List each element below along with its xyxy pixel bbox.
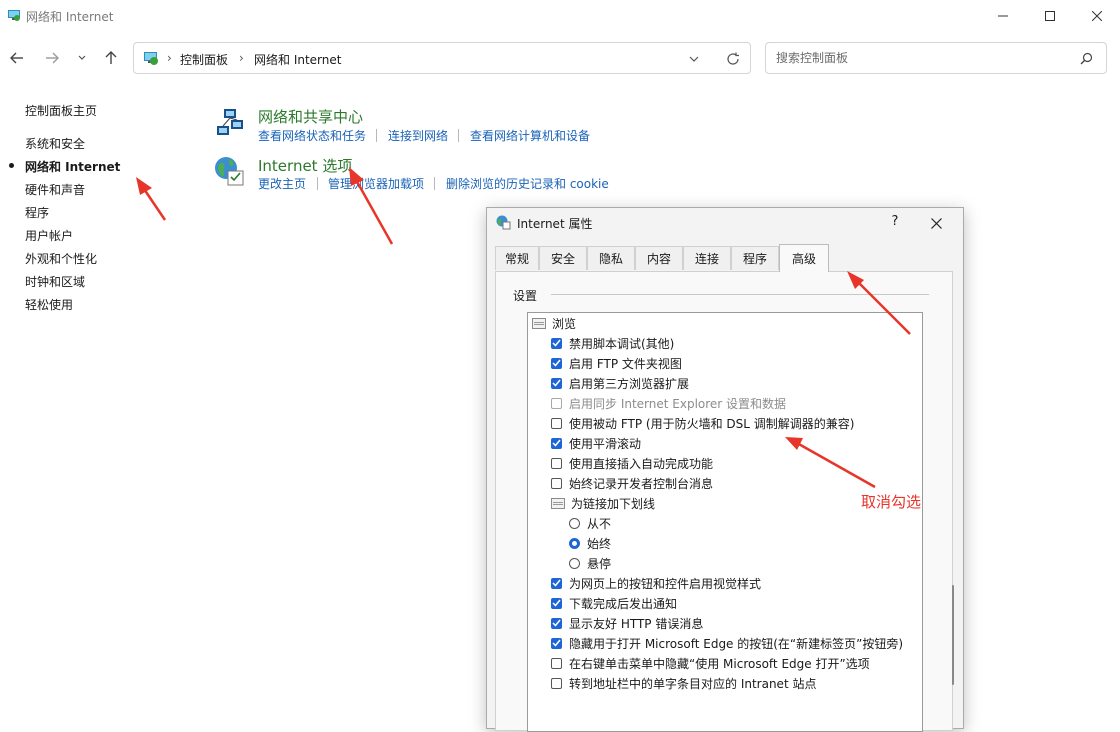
annotation-arrow xyxy=(785,437,876,489)
annotation-arrow xyxy=(349,167,394,245)
annotation-uncheck-note: 取消勾选 xyxy=(861,493,922,511)
annotation-arrow xyxy=(847,271,911,335)
annotation-arrows xyxy=(136,167,911,489)
annotation-arrow xyxy=(136,177,167,221)
